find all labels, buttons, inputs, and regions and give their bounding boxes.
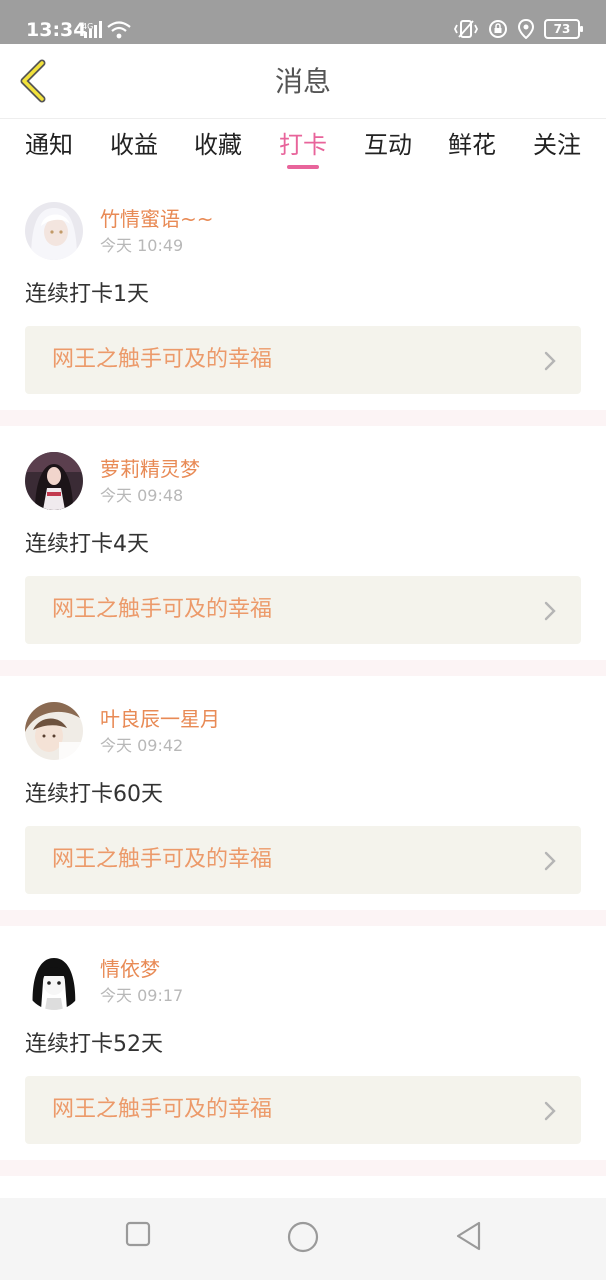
message-list: 竹情蜜语~~ 今天 10:49 连续打卡1天 网王之触手可及的幸福 萝莉精灵梦 …: [0, 176, 606, 1176]
4g-signal-icon: 4G: [82, 21, 131, 39]
tab-earnings[interactable]: 收益: [110, 129, 158, 161]
home-icon[interactable]: [286, 1220, 320, 1254]
page-title: 消息: [274, 65, 331, 98]
book-link[interactable]: 网王之触手可及的幸福: [25, 326, 581, 394]
back-icon[interactable]: [454, 1220, 484, 1252]
list-item: 情依梦 今天 09:17 连续打卡52天 网王之触手可及的幸福: [0, 926, 606, 1160]
book-title: 网王之触手可及的幸福: [52, 597, 273, 622]
recent-apps-icon[interactable]: [124, 1220, 152, 1248]
book-title: 网王之触手可及的幸福: [52, 1097, 273, 1122]
battery-icon: 73: [544, 19, 583, 39]
avatar[interactable]: [25, 702, 83, 760]
checkin-text: 连续打卡60天: [25, 782, 163, 807]
tab-interactions[interactable]: 互动: [364, 129, 412, 161]
tab-bar: 通知 收益 收藏 打卡 互动 鲜花 关注: [0, 119, 606, 175]
checkin-text: 连续打卡52天: [25, 1032, 163, 1057]
status-left-icons: 4G: [82, 20, 132, 44]
book-title: 网王之触手可及的幸福: [52, 847, 273, 872]
avatar[interactable]: [25, 452, 83, 510]
timestamp: 今天 09:48: [100, 486, 184, 505]
divider: [0, 660, 606, 676]
status-bar: 13:34 4G 73: [0, 0, 606, 44]
timestamp: 今天 09:17: [100, 986, 184, 1005]
username[interactable]: 萝莉精灵梦: [100, 456, 200, 482]
chevron-right-icon: [544, 601, 556, 621]
tab-checkin[interactable]: 打卡: [279, 129, 327, 161]
book-link[interactable]: 网王之触手可及的幸福: [25, 826, 581, 894]
tab-following[interactable]: 关注: [533, 129, 581, 161]
timestamp: 今天 10:49: [100, 236, 184, 255]
location-icon: [517, 19, 535, 39]
lock-icon: [489, 20, 507, 38]
book-link[interactable]: 网王之触手可及的幸福: [25, 576, 581, 644]
checkin-text: 连续打卡1天: [25, 282, 149, 307]
chevron-right-icon: [544, 351, 556, 371]
vibrate-icon: [453, 20, 479, 38]
avatar[interactable]: [25, 202, 83, 260]
list-item: 竹情蜜语~~ 今天 10:49 连续打卡1天 网王之触手可及的幸福: [0, 176, 606, 410]
tab-favorites[interactable]: 收藏: [194, 129, 242, 161]
chevron-right-icon: [544, 1101, 556, 1121]
username[interactable]: 情依梦: [100, 956, 160, 982]
divider: [0, 410, 606, 426]
book-title: 网王之触手可及的幸福: [52, 347, 273, 372]
list-item: 叶良辰一星月 今天 09:42 连续打卡60天 网王之触手可及的幸福: [0, 676, 606, 910]
book-link[interactable]: 网王之触手可及的幸福: [25, 1076, 581, 1144]
status-right-icons: 73: [453, 19, 583, 39]
tab-notifications[interactable]: 通知: [25, 129, 73, 161]
avatar[interactable]: [25, 952, 83, 1010]
header: 消息: [0, 44, 606, 119]
divider: [0, 910, 606, 926]
username[interactable]: 叶良辰一星月: [100, 706, 220, 732]
checkin-text: 连续打卡4天: [25, 532, 149, 557]
tab-flowers[interactable]: 鲜花: [448, 129, 496, 161]
timestamp: 今天 09:42: [100, 736, 184, 755]
status-time: 13:34: [26, 19, 87, 41]
username[interactable]: 竹情蜜语~~: [100, 206, 214, 232]
system-nav-bar: [0, 1198, 606, 1280]
divider: [0, 1160, 606, 1176]
list-item: 萝莉精灵梦 今天 09:48 连续打卡4天 网王之触手可及的幸福: [0, 426, 606, 660]
chevron-right-icon: [544, 851, 556, 871]
active-tab-indicator: [287, 165, 319, 169]
